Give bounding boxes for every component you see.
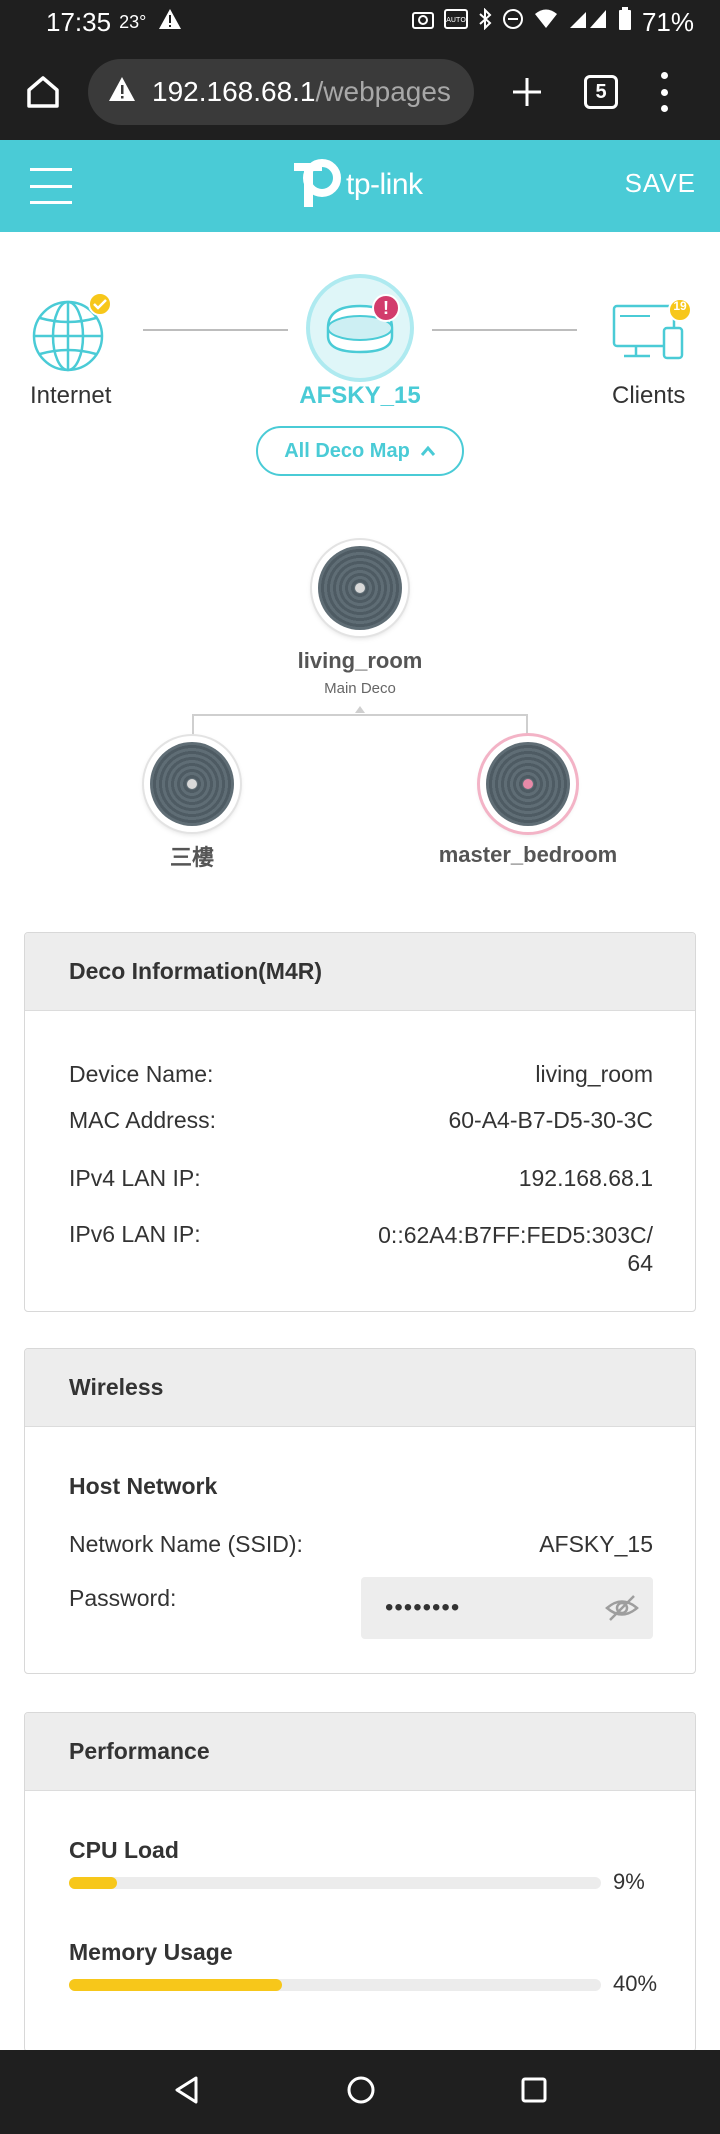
main-deco-role: Main Deco [324, 680, 396, 697]
info-label: MAC Address: [69, 1107, 216, 1133]
battery-percent: 71% [641, 6, 694, 37]
cpu-load-fill [69, 1877, 117, 1889]
tree-line [192, 714, 528, 716]
wifi-icon [534, 8, 558, 36]
alert-badge[interactable]: ! [372, 294, 400, 322]
app-header: tp-link SAVE [0, 140, 720, 232]
ipv6-line-2: 64 [627, 1250, 653, 1276]
satellite-deco-name: master_bedroom [438, 842, 618, 867]
status-time: 17:35 [46, 6, 112, 37]
dnd-icon [502, 8, 524, 36]
more-menu-icon[interactable] [654, 72, 674, 112]
bluetooth-icon [478, 7, 492, 36]
deco-device-icon [318, 546, 402, 630]
cpu-load-label: CPU Load [69, 1837, 179, 1863]
wireless-card: Wireless Host Network Network Name (SSID… [24, 1348, 696, 1674]
clients-label: Clients [612, 382, 686, 409]
memory-usage-percent: 40% [613, 1971, 658, 1996]
cpu-load-percent: 9% [613, 1869, 645, 1894]
connector-line [143, 329, 288, 331]
status-bar: 17:35 23° AUTO 71% [0, 0, 720, 44]
info-label: Device Name: [69, 1061, 214, 1087]
info-value: 192.168.68.1 [518, 1165, 653, 1191]
deco-node-satellite[interactable] [480, 736, 576, 832]
deco-map: living_room Main Deco 三樓 master_bedroom [0, 540, 720, 870]
all-deco-map-button[interactable]: All Deco Map [256, 426, 464, 476]
back-icon[interactable] [172, 2075, 202, 2110]
satellite-deco-name: 三樓 [169, 845, 214, 870]
deco-node-satellite[interactable] [144, 736, 240, 832]
tab-switcher-button[interactable]: 5 [584, 75, 618, 109]
save-button[interactable]: SAVE [625, 168, 696, 199]
menu-icon[interactable] [30, 168, 72, 204]
cpu-load-bar [69, 1877, 601, 1889]
recents-icon[interactable] [520, 2076, 548, 2109]
ipv6-line-1: 0::62A4:B7FF:FED5:303C/ [378, 1222, 653, 1248]
url-bar[interactable]: 192.168.68.1/webpages [88, 59, 474, 125]
home-icon[interactable] [18, 67, 68, 117]
tree-line [192, 714, 194, 738]
warning-icon [158, 8, 182, 37]
deco-device-icon [150, 742, 234, 826]
deco-device-icon [486, 742, 570, 826]
deco-information-card: Deco Information(M4R) Device Name: livin… [24, 932, 696, 1312]
home-nav-icon[interactable] [346, 2075, 376, 2110]
chevron-up-icon [420, 445, 435, 456]
performance-card: Performance CPU Load 9% Memory Usage 40% [24, 1712, 696, 2052]
url-path: /webpages [315, 76, 451, 107]
tree-line [526, 714, 528, 738]
memory-usage-fill [69, 1979, 282, 1991]
camera-icon [411, 9, 434, 35]
memory-usage-label: Memory Usage [69, 1939, 233, 1965]
battery-icon [618, 7, 632, 37]
signal-icon [568, 8, 608, 36]
main-deco-name: living_room [297, 648, 423, 673]
info-label: IPv4 LAN IP: [69, 1165, 201, 1191]
password-label: Password: [69, 1585, 177, 1611]
eye-off-icon[interactable] [605, 1593, 639, 1623]
info-value: living_room [535, 1061, 653, 1087]
ssid-label: Network Name (SSID): [69, 1531, 303, 1557]
deco-node-main[interactable] [312, 540, 408, 636]
info-label: IPv6 LAN IP: [69, 1221, 201, 1247]
network-topology: Internet ! AFSKY_15 19 Clients All Deco … [0, 232, 720, 492]
auto-icon: AUTO [443, 9, 468, 35]
host-network-heading: Host Network [69, 1473, 218, 1499]
new-tab-icon[interactable] [504, 69, 550, 115]
svg-text:AUTO: AUTO [446, 16, 466, 24]
clients-node[interactable]: 19 [610, 298, 692, 368]
card-title: Deco Information(M4R) [25, 933, 695, 1011]
password-value: •••••••• [385, 1594, 461, 1621]
status-icons: AUTO 71% [411, 6, 694, 38]
internet-node[interactable] [30, 292, 112, 374]
status-temperature: 23° [119, 11, 147, 32]
map-button-label: All Deco Map [284, 439, 410, 462]
tp-link-logo: tp-link [288, 158, 423, 212]
info-row-ipv6: IPv6 LAN IP: 0::62A4:B7FF:FED5:303C/ 64 [69, 1221, 653, 1283]
system-nav-bar [0, 2050, 720, 2134]
logo-text: tp-link [346, 168, 423, 201]
info-value: 60-A4-B7-D5-30-3C [448, 1107, 653, 1133]
memory-usage-bar [69, 1979, 601, 1991]
password-field[interactable]: •••••••• [361, 1577, 653, 1639]
not-secure-icon[interactable] [108, 76, 136, 109]
router-node[interactable] [310, 278, 410, 378]
card-title: Performance [25, 1713, 695, 1791]
ssid-value: AFSKY_15 [539, 1531, 653, 1557]
clients-count-badge: 19 [673, 299, 687, 313]
globe-icon [32, 292, 112, 372]
card-title: Wireless [25, 1349, 695, 1427]
url-host: 192.168.68.1 [152, 76, 316, 107]
tree-pointer [355, 706, 365, 713]
info-value: 0::62A4:B7FF:FED5:303C/ 64 [378, 1221, 653, 1277]
browser-toolbar: 192.168.68.1/webpages 5 [0, 44, 720, 140]
connector-line [432, 329, 577, 331]
